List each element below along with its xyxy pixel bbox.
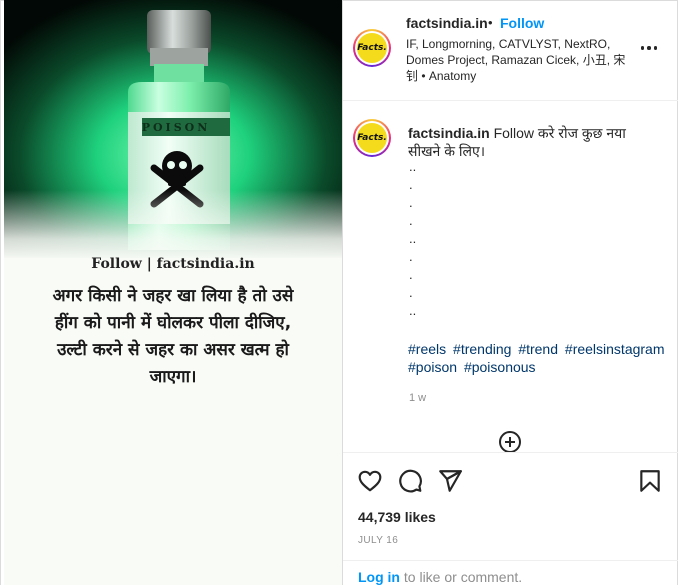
caption-dot-line: .	[409, 249, 413, 264]
header-separator: •	[488, 15, 493, 30]
overlay-follow-text: Follow | factsindia.in	[91, 256, 255, 272]
login-prompt: Log in to like or comment.	[358, 569, 522, 585]
login-prompt-text: to like or comment.	[400, 569, 523, 585]
caption-dot-line: .	[409, 213, 413, 228]
caption-dot-line: ..	[409, 303, 417, 318]
hashtag-list: #reels #trending #trend #reelsinstagram …	[408, 340, 668, 376]
post-media[interactable]: POISON Follow | factsindia.in अगर किसी न…	[4, 0, 342, 585]
hashtag-link[interactable]: #poison	[408, 359, 457, 375]
overlay-hindi-text: अगर किसी ने जहर खा लिया है तो उसे हींग क…	[52, 286, 294, 387]
header-avatar[interactable]: Facts.	[353, 29, 391, 67]
login-link[interactable]: Log in	[358, 569, 400, 585]
caption-avatar[interactable]: Facts.	[353, 119, 391, 157]
caption-dot-line: .	[409, 195, 413, 210]
actions-divider	[343, 452, 678, 453]
share-icon[interactable]	[437, 468, 463, 494]
comment-icon[interactable]	[397, 468, 423, 494]
caption-dots: .. . . . .. . . . ..	[409, 158, 416, 320]
hashtag-link[interactable]: #reels	[408, 341, 446, 357]
caption-username[interactable]: factsindia.in	[408, 125, 490, 141]
header-username[interactable]: factsindia.in	[406, 15, 488, 31]
hashtag-link[interactable]: #trending	[453, 341, 511, 357]
likes-count[interactable]: 44,739 likes	[358, 509, 436, 525]
caption-text: factsindia.in Follow करे रोज कुछ नया सीख…	[408, 124, 653, 160]
caption-dot-line: .	[409, 177, 413, 192]
hashtag-link[interactable]: #reelsinstagram	[565, 341, 665, 357]
caption-dot-line: ..	[409, 231, 417, 246]
avatar-logo-text: Facts.	[357, 33, 387, 63]
caption-dot-line: .	[409, 267, 413, 282]
heart-icon[interactable]	[357, 468, 383, 494]
avatar-logo-text: Facts.	[357, 123, 387, 153]
caption-dot-line: .	[409, 285, 413, 300]
poison-label-text: POISON	[142, 121, 211, 134]
more-options-icon[interactable]	[639, 38, 659, 58]
hashtag-link[interactable]: #poisonous	[464, 359, 536, 375]
header-divider	[343, 100, 678, 101]
hashtag-link[interactable]: #trend	[518, 341, 558, 357]
caption-time-ago[interactable]: 1 w	[409, 392, 426, 404]
follow-button[interactable]: Follow	[500, 15, 544, 31]
bookmark-icon[interactable]	[637, 468, 663, 494]
footer-divider	[343, 560, 678, 561]
plus-circle-icon[interactable]	[498, 430, 522, 454]
caption-dot-line: ..	[409, 159, 417, 174]
post-date[interactable]: JULY 16	[358, 535, 398, 546]
post-sidebar: Facts. factsindia.in • Follow IF, Longmo…	[343, 0, 678, 585]
media-fade	[4, 190, 342, 260]
audio-attribution[interactable]: IF, Longmorning, CATVLYST, NextRO, Domes…	[406, 36, 626, 84]
